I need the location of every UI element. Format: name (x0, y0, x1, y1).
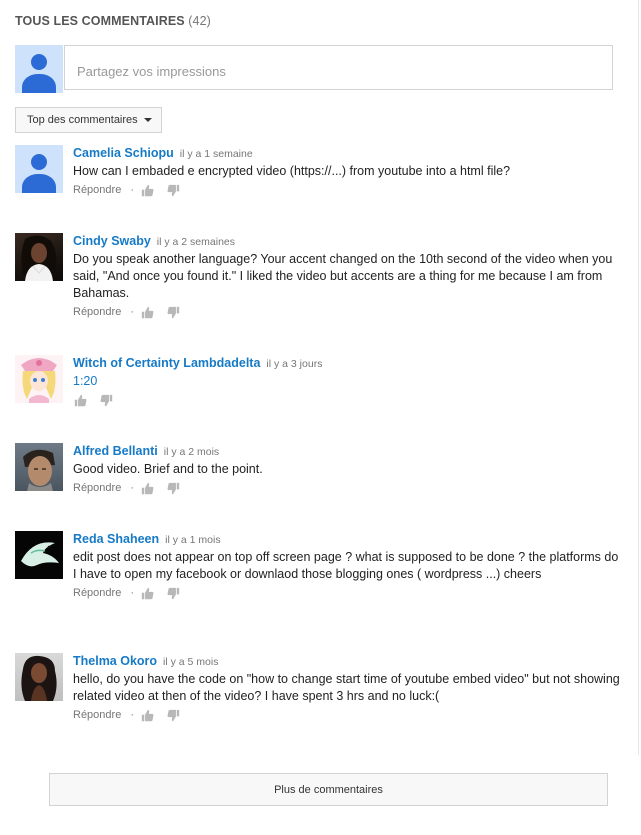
thumbs-up-icon[interactable] (140, 481, 154, 495)
more-comments-label: Plus de commentaires (274, 783, 383, 796)
comment-author[interactable]: Witch of Certainty Lambdadelta (73, 356, 260, 370)
comment-actions: Répondre · (73, 707, 625, 723)
comment-text: Do you speak another language? Your acce… (73, 252, 613, 300)
comments-title: TOUS LES COMMENTAIRES (15, 14, 185, 28)
avatar[interactable] (15, 653, 63, 701)
comment-timestamp[interactable]: il y a 2 semaines (157, 236, 235, 248)
thumbs-down-icon[interactable] (166, 305, 180, 319)
separator-dot: · (130, 587, 134, 599)
thumbs-down-icon[interactable] (166, 708, 180, 722)
comment-text: How can I embaded e encrypted video (htt… (73, 164, 511, 178)
thumbs-up-icon[interactable] (140, 586, 154, 600)
comment-timestamp[interactable]: il y a 1 semaine (180, 148, 253, 160)
avatar[interactable] (15, 145, 63, 193)
comment-actions: Répondre · (73, 480, 625, 496)
avatar[interactable] (15, 233, 63, 281)
sort-dropdown-button[interactable]: Top des commentaires (15, 107, 162, 133)
thumbs-down-icon[interactable] (166, 586, 180, 600)
thumbs-down-icon[interactable] (166, 481, 180, 495)
avatar[interactable] (15, 531, 63, 579)
reply-button[interactable]: Répondre (73, 306, 121, 318)
comment-text: hello, do you have the code on "how to c… (73, 672, 620, 703)
separator-dot: · (130, 306, 134, 318)
comment-actions (73, 392, 625, 408)
comment-input[interactable] (65, 46, 612, 89)
comment-author[interactable]: Reda Shaheen (73, 532, 159, 546)
reply-button[interactable]: Répondre (73, 482, 121, 494)
reply-button[interactable]: Répondre (73, 709, 121, 721)
thumbs-down-icon[interactable] (166, 183, 180, 197)
sort-label: Top des commentaires (27, 114, 138, 126)
comment-author[interactable]: Cindy Swaby (73, 234, 151, 248)
comment-author[interactable]: Alfred Bellanti (73, 444, 158, 458)
comment-actions: Répondre · (73, 585, 625, 601)
panel-divider (638, 0, 639, 755)
comment-author[interactable]: Camelia Schiopu (73, 146, 174, 160)
comment-timestamp-link[interactable]: 1:20 (73, 373, 625, 390)
avatar[interactable] (15, 355, 63, 403)
comment-actions: Répondre · (73, 304, 625, 320)
separator-dot: · (130, 709, 134, 721)
comment-timestamp[interactable]: il y a 1 mois (165, 534, 220, 546)
comment-actions: Répondre · (73, 182, 625, 198)
share-box[interactable] (64, 45, 613, 90)
avatar[interactable] (15, 443, 63, 491)
comments-count: (42) (188, 14, 211, 28)
reply-button[interactable]: Répondre (73, 184, 121, 196)
comment-text: edit post does not appear on top off scr… (73, 550, 619, 581)
thumbs-down-icon[interactable] (99, 393, 113, 407)
comment-timestamp[interactable]: il y a 3 jours (266, 358, 322, 370)
default-avatar (15, 45, 63, 93)
comments-header: TOUS LES COMMENTAIRES (42) (15, 14, 211, 28)
more-comments-button[interactable]: Plus de commentaires (49, 773, 608, 806)
comment-timestamp[interactable]: il y a 5 mois (163, 656, 218, 668)
thumbs-up-icon[interactable] (140, 305, 154, 319)
separator-dot: · (130, 184, 134, 196)
share-avatar (15, 45, 63, 93)
thumbs-up-icon[interactable] (140, 708, 154, 722)
comment-text: Good video. Brief and to the point. (73, 462, 263, 476)
thumbs-up-icon[interactable] (140, 183, 154, 197)
separator-dot: · (130, 482, 134, 494)
thumbs-up-icon[interactable] (73, 393, 87, 407)
caret-down-icon (143, 118, 152, 122)
comment-author[interactable]: Thelma Okoro (73, 654, 157, 668)
comment-timestamp[interactable]: il y a 2 mois (164, 446, 219, 458)
reply-button[interactable]: Répondre (73, 587, 121, 599)
